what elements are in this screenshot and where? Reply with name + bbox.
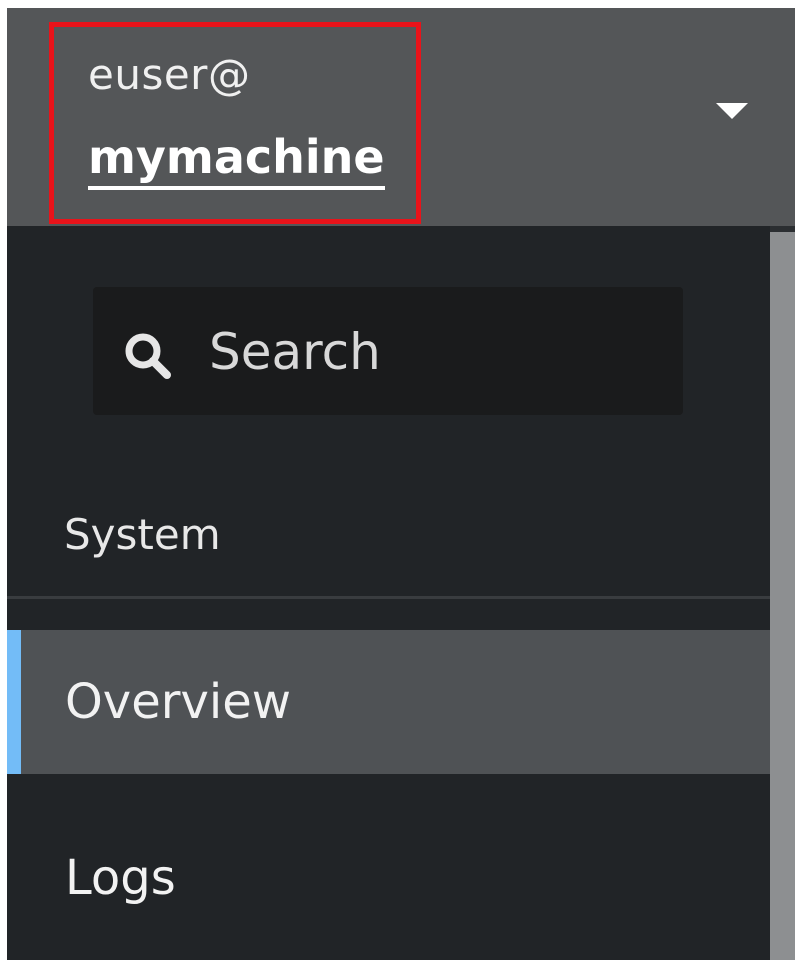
active-indicator — [7, 630, 21, 774]
search-icon — [125, 333, 171, 379]
top-strip — [7, 0, 795, 8]
search-input[interactable] — [93, 287, 683, 415]
nav-item-label: Logs — [65, 850, 176, 906]
host-machine-label: mymachine — [88, 130, 385, 190]
section-title-system: System — [64, 510, 221, 559]
search-placeholder: Search — [209, 323, 381, 381]
caret-down-icon[interactable] — [716, 103, 748, 119]
scrollbar-thumb[interactable] — [770, 232, 795, 960]
host-user-label: euser@ — [88, 50, 251, 99]
nav-item-overview[interactable]: Overview — [7, 630, 770, 774]
sidebar-frame: euser@ mymachine Search System Overview … — [0, 0, 795, 960]
nav-item-logs[interactable]: Logs — [7, 806, 770, 960]
nav-item-label: Overview — [65, 674, 291, 730]
nav-divider — [7, 596, 770, 599]
